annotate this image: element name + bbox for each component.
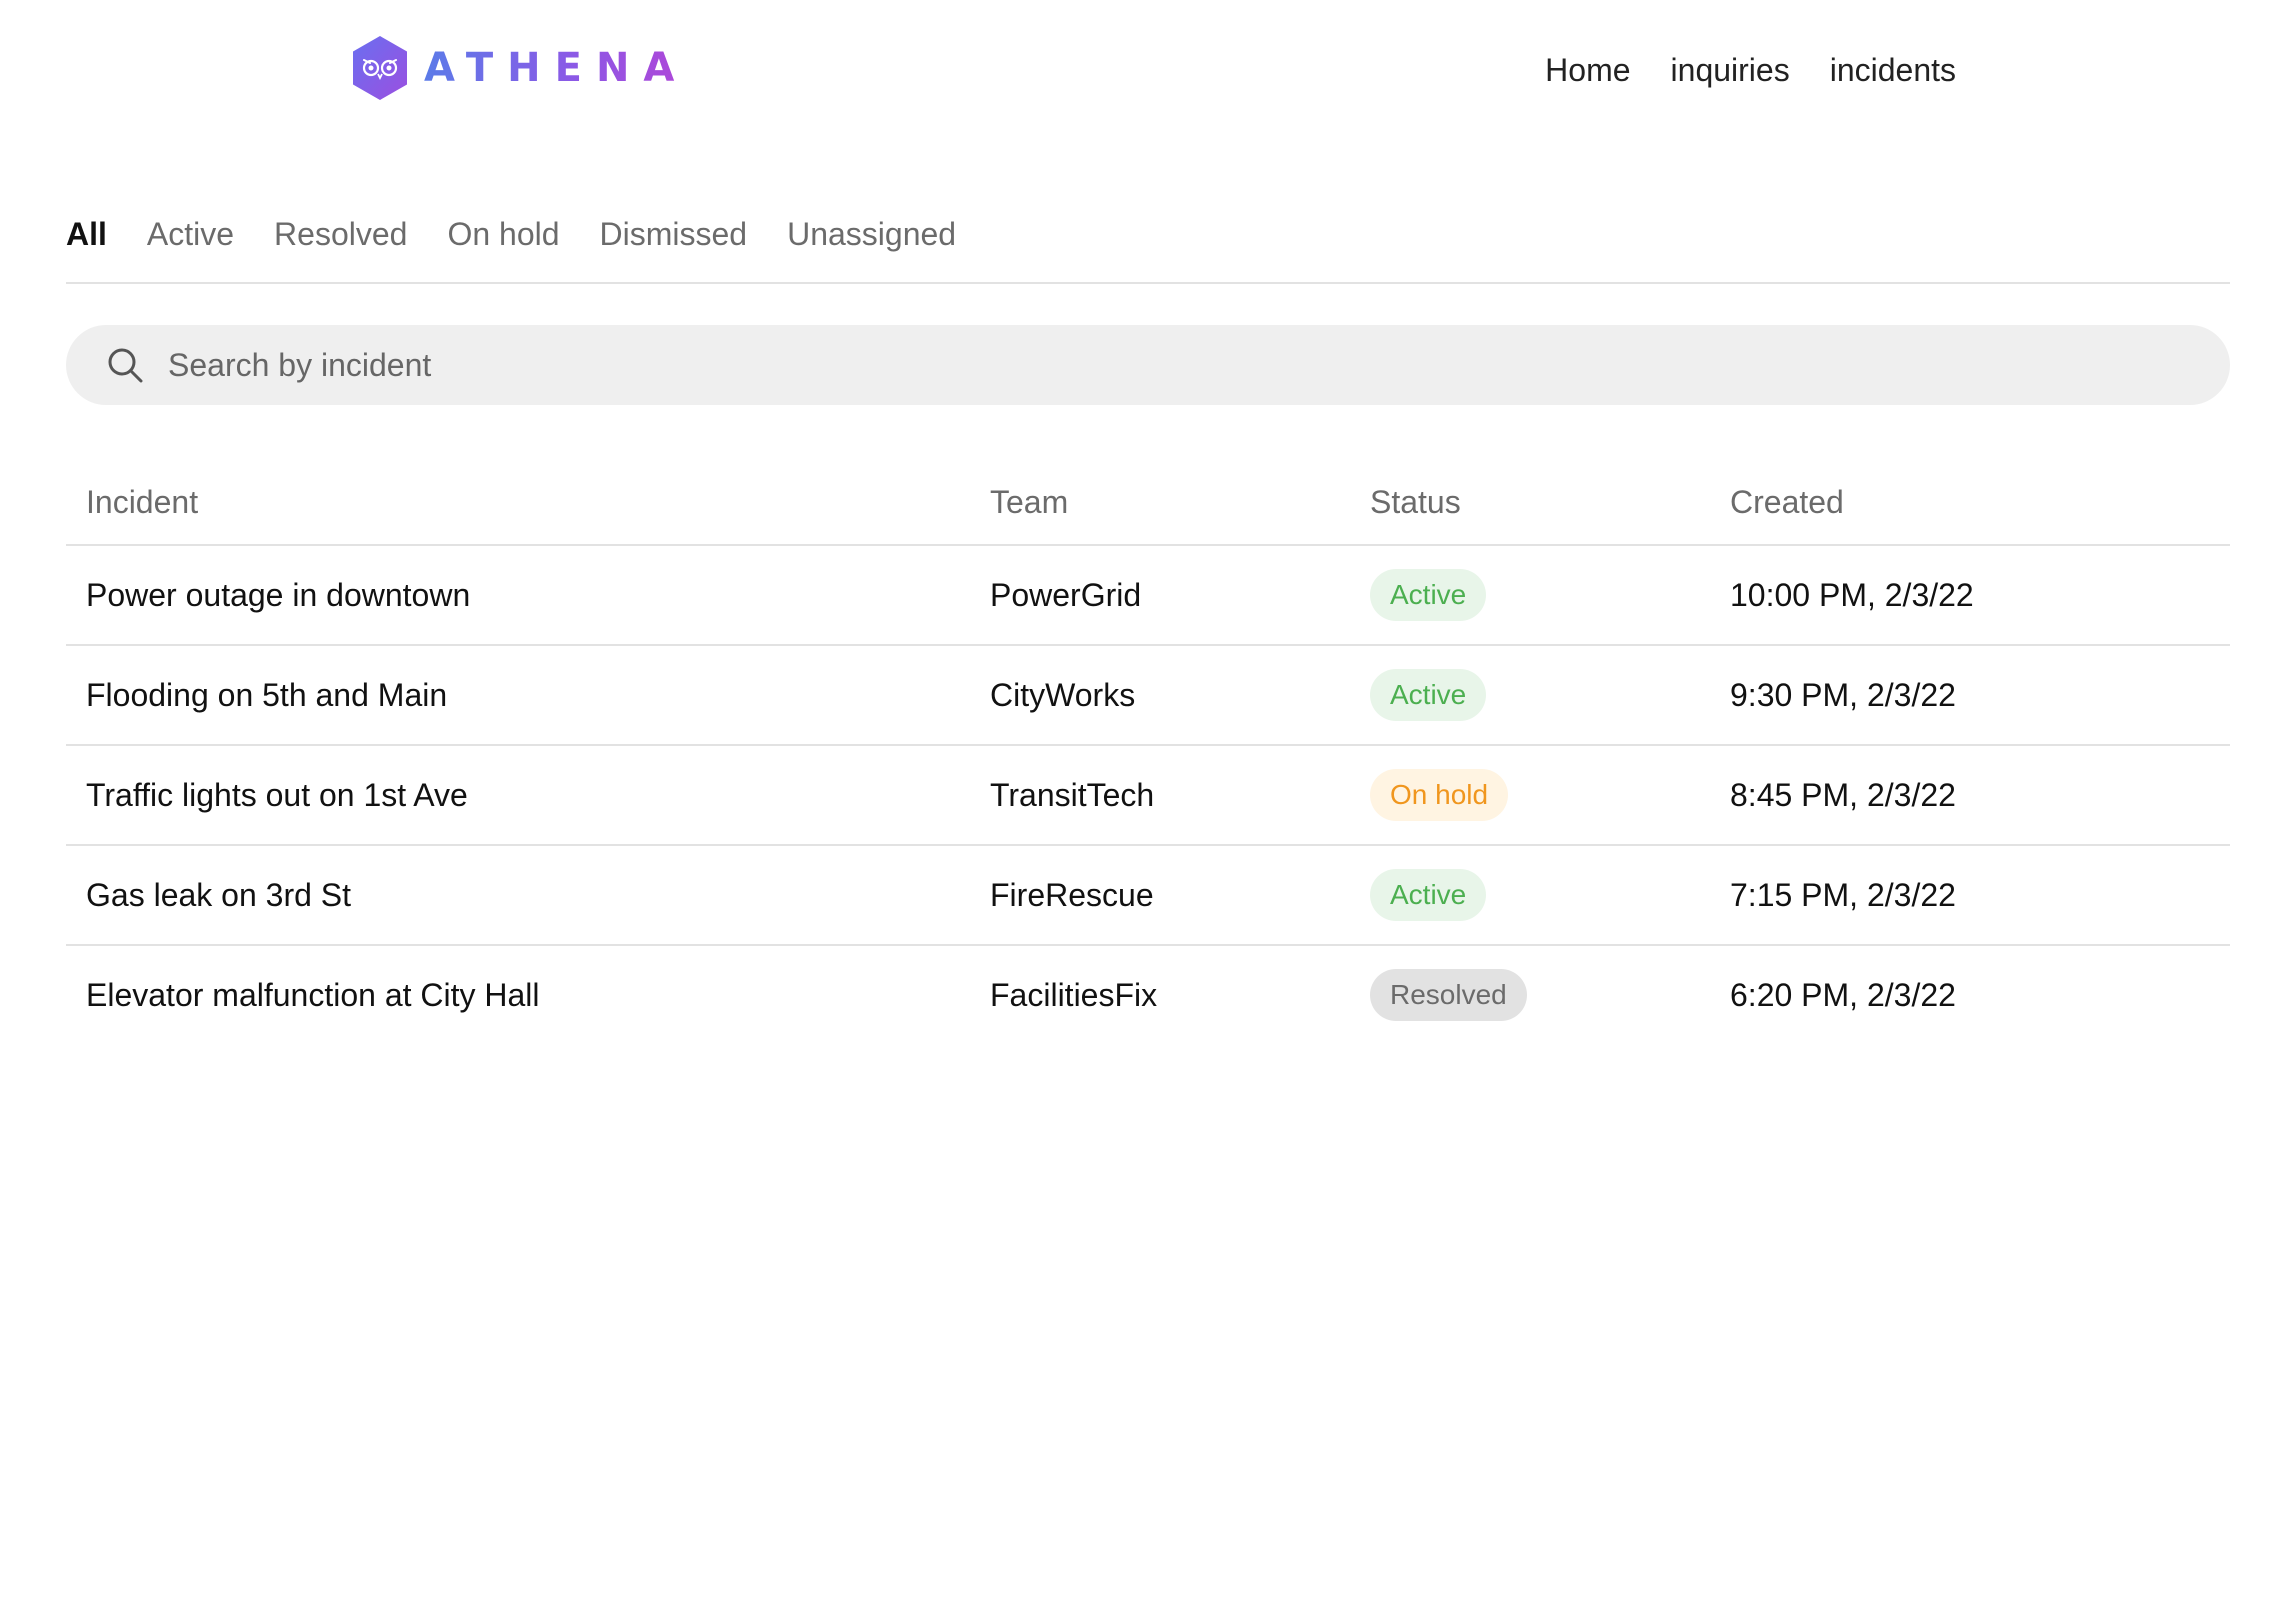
nav-inquiries-link[interactable]: inquiries: [1671, 48, 1790, 92]
tab-unassigned[interactable]: Unassigned: [787, 210, 956, 282]
team-name: FacilitiesFix: [990, 976, 1158, 1013]
tab-all[interactable]: All: [66, 210, 107, 282]
athena-logo[interactable]: ATHENA: [350, 34, 688, 102]
status-cell: Resolved: [1370, 946, 1527, 1044]
status-badge: Active: [1370, 869, 1487, 921]
status-badge: Active: [1370, 669, 1487, 721]
incident-title[interactable]: Power outage in downtown: [86, 546, 470, 644]
table-row[interactable]: Gas leak on 3rd St FireRescue Active 7:1…: [66, 846, 2230, 946]
status-cell: On hold: [1370, 746, 1509, 844]
team-name: FireRescue: [990, 876, 1154, 913]
nav-home-link[interactable]: Home: [1545, 48, 1630, 92]
team-name: TransitTech: [990, 776, 1155, 813]
incidents-page: ATHENA Home inquiries incidents All Acti…: [0, 0, 2276, 1604]
incidents-table: Incident Team Status Created Power outag…: [66, 460, 2230, 1044]
table-header-row: Incident Team Status Created: [66, 460, 2230, 546]
brand-name: ATHENA: [424, 34, 688, 102]
owl-hexagon-icon: [353, 36, 407, 100]
created-time: 10:00 PM, 2/3/22: [1730, 576, 1974, 613]
incident-title[interactable]: Flooding on 5th and Main: [86, 646, 447, 744]
created-time: 8:45 PM, 2/3/22: [1730, 776, 1956, 813]
column-header-incident[interactable]: Incident: [86, 460, 198, 544]
created-time: 9:30 PM, 2/3/22: [1730, 676, 1956, 713]
tab-on-hold[interactable]: On hold: [447, 210, 559, 282]
created-time: 7:15 PM, 2/3/22: [1730, 876, 1956, 913]
table-row[interactable]: Traffic lights out on 1st Ave TransitTec…: [66, 746, 2230, 846]
status-badge: Resolved: [1370, 969, 1527, 1021]
incident-title[interactable]: Elevator malfunction at City Hall: [86, 946, 540, 1044]
top-header: ATHENA Home inquiries incidents: [0, 0, 2276, 140]
table-row[interactable]: Elevator malfunction at City Hall Facili…: [66, 946, 2230, 1044]
created-time: 6:20 PM, 2/3/22: [1730, 976, 1956, 1013]
table-row[interactable]: Flooding on 5th and Main CityWorks Activ…: [66, 646, 2230, 746]
status-filter-tabs: All Active Resolved On hold Dismissed Un…: [66, 210, 2230, 284]
column-header-created[interactable]: Created: [1730, 460, 1844, 544]
table-row[interactable]: Power outage in downtown PowerGrid Activ…: [66, 546, 2230, 646]
column-header-team[interactable]: Team: [990, 460, 1068, 544]
nav-incidents-link[interactable]: incidents: [1830, 48, 1956, 92]
status-cell: Active: [1370, 646, 1487, 744]
status-badge: Active: [1370, 569, 1487, 621]
tab-resolved[interactable]: Resolved: [274, 210, 407, 282]
status-badge: On hold: [1370, 769, 1509, 821]
status-cell: Active: [1370, 546, 1487, 644]
incident-title[interactable]: Gas leak on 3rd St: [86, 846, 351, 944]
team-name: CityWorks: [990, 676, 1136, 713]
top-nav: Home inquiries incidents: [1545, 48, 1956, 92]
column-header-status[interactable]: Status: [1370, 460, 1461, 544]
tab-active[interactable]: Active: [147, 210, 234, 282]
incident-title[interactable]: Traffic lights out on 1st Ave: [86, 746, 468, 844]
tab-dismissed[interactable]: Dismissed: [600, 210, 748, 282]
search-icon: [108, 348, 143, 383]
team-name: PowerGrid: [990, 576, 1142, 613]
status-cell: Active: [1370, 846, 1487, 944]
search-input[interactable]: [166, 345, 2070, 385]
search-bar[interactable]: [66, 325, 2230, 405]
